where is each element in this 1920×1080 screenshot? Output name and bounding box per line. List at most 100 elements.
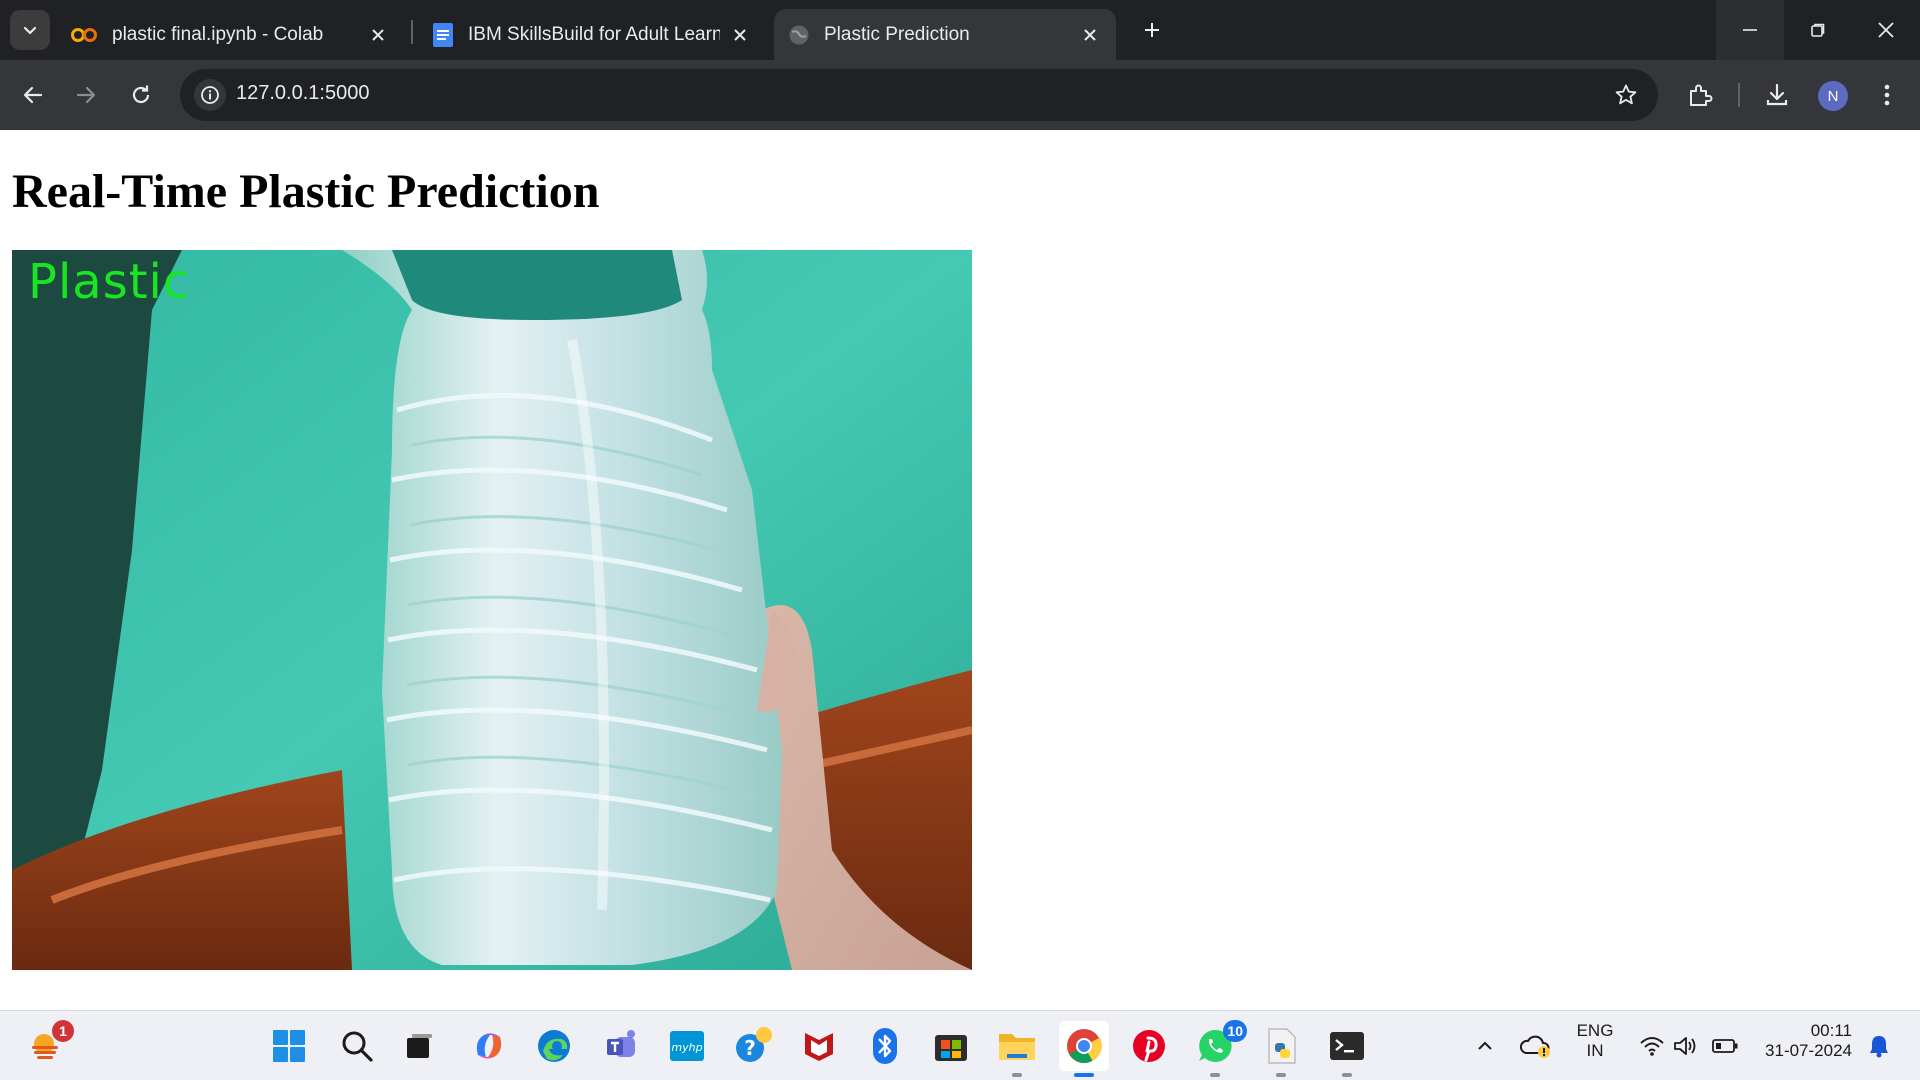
whatsapp-badge: 10: [1223, 1020, 1247, 1042]
svg-text:?: ?: [744, 1036, 756, 1060]
file-explorer-app[interactable]: [995, 1024, 1039, 1077]
search-button[interactable]: [335, 1024, 379, 1068]
whatsapp-app[interactable]: 10: [1193, 1020, 1247, 1077]
reload-button[interactable]: [122, 76, 160, 114]
close-icon[interactable]: [1078, 23, 1102, 47]
download-icon[interactable]: [1758, 76, 1796, 114]
extensions-icon[interactable]: [1681, 76, 1719, 114]
page-title: Real-Time Plastic Prediction: [12, 165, 600, 218]
search-icon: [342, 1031, 373, 1062]
close-icon[interactable]: [366, 23, 390, 47]
prediction-label: Plastic: [28, 254, 191, 310]
mcafee-app[interactable]: [797, 1024, 841, 1068]
tab-title: plastic final.ipynb - Colab: [112, 23, 324, 45]
onedrive-tray[interactable]: [1518, 1024, 1554, 1068]
back-button[interactable]: [14, 76, 52, 114]
running-indicator: [1012, 1073, 1022, 1077]
site-info-icon[interactable]: [194, 79, 226, 111]
docs-icon: [433, 22, 453, 47]
volume-tray[interactable]: [1670, 1024, 1700, 1068]
active-indicator: [1074, 1073, 1094, 1077]
task-view-button[interactable]: [398, 1024, 442, 1068]
get-help-icon: ?: [736, 1027, 772, 1062]
svg-text:myhp: myhp: [671, 1041, 702, 1054]
more-options-icon[interactable]: [1868, 76, 1906, 114]
globe-icon: [789, 25, 809, 44]
running-indicator: [1210, 1073, 1220, 1077]
microsoft-store-icon: [935, 1035, 967, 1061]
bell-icon: [1870, 1036, 1888, 1058]
chrome-icon: [1067, 1029, 1102, 1063]
tab-title: IBM SkillsBuild for Adult Learne: [468, 23, 720, 45]
chevron-down-icon: [23, 26, 37, 35]
bookmark-star-icon[interactable]: [1612, 81, 1640, 109]
python-file-icon: [1268, 1028, 1296, 1064]
region-code: IN: [1586, 1041, 1604, 1060]
tab-plastic-prediction[interactable]: Plastic Prediction: [774, 9, 1116, 60]
arrow-right-icon: [76, 86, 96, 104]
pinterest-app[interactable]: [1127, 1024, 1171, 1068]
chevron-up-icon: [1478, 1041, 1492, 1050]
running-indicator: [1276, 1073, 1286, 1077]
edge-icon: [538, 1030, 570, 1062]
close-icon: [1878, 22, 1894, 38]
minimize-button[interactable]: [1716, 0, 1784, 60]
clock-date: 31-07-2024: [1765, 1041, 1852, 1060]
edge-app[interactable]: [532, 1024, 576, 1068]
tab-ibm-skillsbuild[interactable]: IBM SkillsBuild for Adult Learne: [418, 9, 766, 60]
clock[interactable]: 00:11 31-07-2024: [1756, 1021, 1852, 1061]
widgets-button[interactable]: 1: [24, 1020, 74, 1068]
minimize-icon: [1743, 29, 1757, 31]
clock-time: 00:11: [1810, 1021, 1852, 1040]
myhp-icon: myhp: [670, 1031, 704, 1061]
forward-button[interactable]: [67, 76, 105, 114]
folder-icon: [999, 1034, 1035, 1060]
profile-avatar[interactable]: N: [1818, 81, 1848, 111]
copilot-app[interactable]: [467, 1024, 511, 1068]
battery-tray[interactable]: [1710, 1024, 1740, 1068]
reload-icon: [132, 85, 150, 104]
chrome-app[interactable]: [1059, 1021, 1109, 1077]
myhp-app[interactable]: myhp: [665, 1024, 709, 1068]
notifications-button[interactable]: [1864, 1024, 1894, 1068]
windows-start-icon: [273, 1030, 305, 1062]
volume-icon: [1674, 1037, 1696, 1055]
copilot-icon: [476, 1033, 502, 1059]
url-text[interactable]: 127.0.0.1:5000: [236, 82, 369, 105]
plus-icon: [1145, 23, 1159, 37]
tab-strip: plastic final.ipynb - Colab IBM SkillsBu…: [0, 0, 1920, 60]
close-icon[interactable]: [728, 23, 752, 47]
show-hidden-icons-button[interactable]: [1470, 1024, 1500, 1068]
close-window-button[interactable]: [1852, 0, 1920, 60]
browser-toolbar: 127.0.0.1:5000: [0, 60, 1920, 130]
terminal-icon: [1330, 1032, 1364, 1060]
bluetooth-icon: [873, 1028, 897, 1064]
widgets-badge: 1: [52, 1020, 74, 1042]
task-view-icon: [407, 1034, 432, 1058]
start-button[interactable]: [267, 1024, 311, 1068]
tab-separator: [411, 20, 413, 44]
new-tab-button[interactable]: [1136, 14, 1168, 46]
toolbar-separator: [1738, 83, 1740, 107]
wifi-tray[interactable]: [1636, 1024, 1668, 1068]
bluetooth-app[interactable]: [863, 1024, 907, 1068]
mcafee-icon: [805, 1033, 833, 1061]
restore-icon: [1811, 23, 1825, 37]
get-help-app[interactable]: ?: [732, 1024, 776, 1068]
address-bar[interactable]: 127.0.0.1:5000: [180, 69, 1658, 121]
language-indicator[interactable]: ENG IN: [1575, 1021, 1615, 1061]
battery-icon: [1712, 1039, 1738, 1053]
tab-search-button[interactable]: [10, 10, 50, 50]
arrow-left-icon: [23, 86, 43, 104]
store-app[interactable]: [929, 1024, 973, 1068]
colab-icon: [71, 27, 97, 42]
video-feed: Plastic: [12, 250, 972, 970]
teams-app[interactable]: [600, 1024, 644, 1068]
page-content: Real-Time Plastic Prediction Plastic: [0, 130, 1920, 1010]
terminal-app[interactable]: [1325, 1024, 1369, 1077]
teams-icon: [607, 1030, 635, 1057]
running-indicator: [1342, 1073, 1352, 1077]
python-app[interactable]: [1259, 1024, 1303, 1077]
tab-colab[interactable]: plastic final.ipynb - Colab: [56, 9, 404, 60]
restore-button[interactable]: [1784, 0, 1852, 60]
